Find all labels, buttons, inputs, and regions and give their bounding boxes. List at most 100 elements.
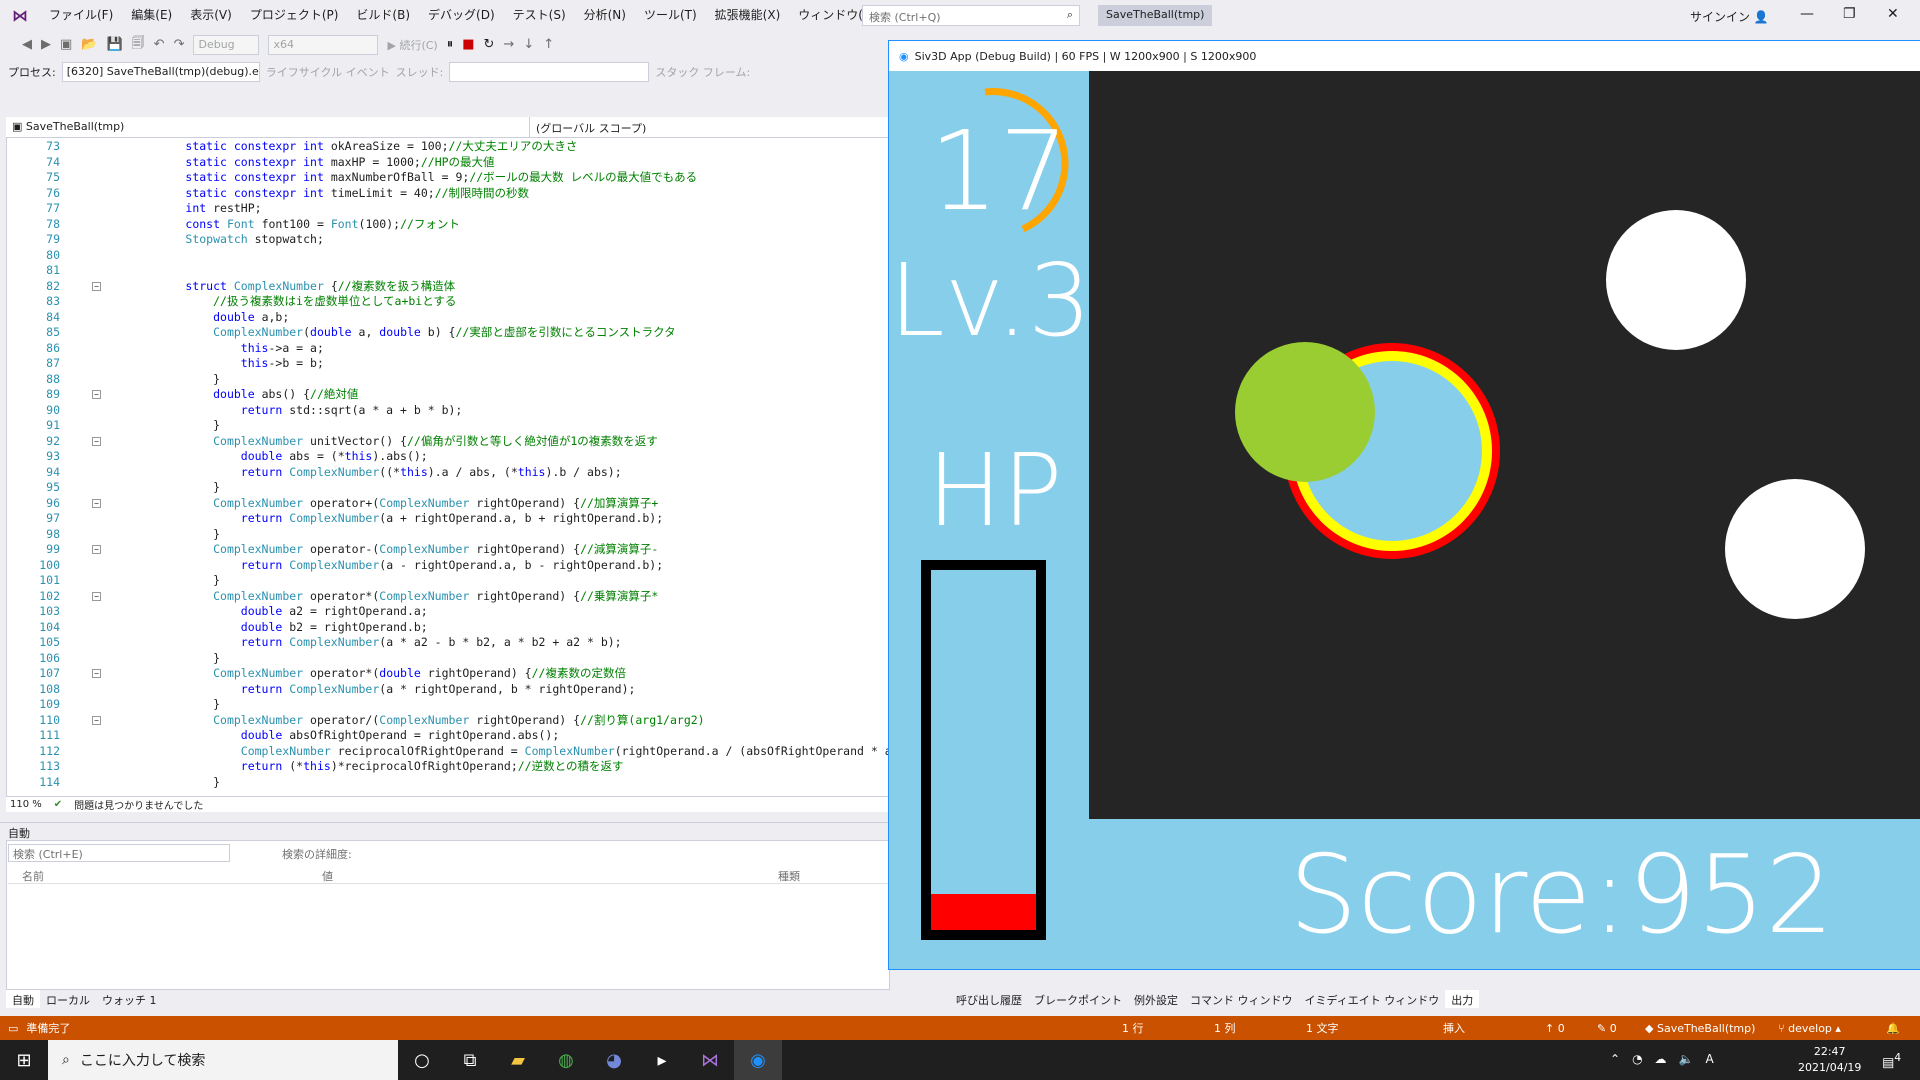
code-text[interactable]: } — [130, 697, 220, 713]
restore-button[interactable]: ❐ — [1843, 6, 1856, 22]
fold-toggle-icon[interactable]: − — [92, 669, 101, 678]
close-button[interactable]: ✕ — [1887, 6, 1899, 22]
code-text[interactable]: return ComplexNumber(a * a2 - b * b2, a … — [130, 635, 622, 651]
code-text[interactable]: double a,b; — [130, 310, 289, 326]
clock[interactable]: 22:47 2021/04/19 — [1798, 1044, 1861, 1076]
repo-status[interactable]: ◆ SaveTheBall(tmp) — [1645, 1022, 1755, 1035]
debug-tab[interactable]: 自動 — [6, 990, 40, 1008]
code-text[interactable]: return ComplexNumber(a + rightOperand.a,… — [130, 511, 663, 527]
restart-icon[interactable]: ↻ — [484, 37, 495, 52]
menu-item[interactable]: プロジェクト(P) — [241, 0, 348, 31]
code-text[interactable]: ComplexNumber(double a, double b) {//実部と… — [130, 325, 676, 341]
code-text[interactable]: ComplexNumber operator/(ComplexNumber ri… — [130, 713, 705, 729]
code-text[interactable]: } — [130, 651, 220, 667]
debug-tab[interactable]: 呼び出し履歴 — [950, 990, 1028, 1008]
issues-status[interactable]: 問題は見つかりませんでした — [74, 797, 203, 812]
vs-logo-icon[interactable]: ⋈ — [0, 0, 40, 31]
push-status[interactable]: ↑ 0 — [1545, 1022, 1565, 1035]
fold-toggle-icon[interactable]: − — [92, 498, 101, 508]
code-lines[interactable]: 73 static constexpr int okAreaSize = 100… — [6, 139, 890, 791]
code-text[interactable]: return (*this)*reciprocalOfRightOperand;… — [130, 759, 624, 775]
task-view-icon[interactable]: ⧉ — [446, 1040, 494, 1080]
step-into-icon[interactable]: ↓ — [523, 37, 534, 52]
menu-item[interactable]: 拡張機能(X) — [706, 0, 790, 31]
code-text[interactable]: double abs() {//絶対値 — [130, 387, 358, 403]
debug-tab[interactable]: 例外設定 — [1128, 990, 1184, 1008]
step-out-icon[interactable]: ↑ — [543, 37, 554, 52]
code-text[interactable]: ComplexNumber operator+(ComplexNumber ri… — [130, 496, 658, 512]
code-text[interactable]: ComplexNumber reciprocalOfRightOperand =… — [130, 744, 890, 760]
thread-select[interactable] — [449, 61, 650, 82]
menu-item[interactable]: 編集(E) — [122, 0, 181, 31]
code-text[interactable]: static constexpr int maxHP = 1000;//HPの最… — [130, 155, 494, 171]
chrome-icon[interactable]: ◍ — [542, 1040, 590, 1080]
system-tray[interactable]: ⌃ ◔ ☁ 🔈 A — [1610, 1052, 1714, 1066]
visual-studio-icon[interactable]: ⋈ — [686, 1040, 734, 1080]
code-text[interactable]: int restHP; — [130, 201, 261, 217]
explorer-icon[interactable]: ▰ — [494, 1040, 542, 1080]
code-text[interactable]: double abs = (*this).abs(); — [130, 449, 428, 465]
zoom-select[interactable]: 110 % — [10, 799, 42, 810]
code-text[interactable]: } — [130, 573, 220, 589]
stop-icon[interactable]: ■ — [462, 37, 474, 52]
fold-toggle-icon[interactable]: − — [92, 281, 101, 291]
process-select[interactable]: [6320] SaveTheBall(tmp)(debug).e — [61, 61, 260, 82]
play-area[interactable] — [1089, 71, 1920, 819]
code-text[interactable]: double b2 = rightOperand.b; — [130, 620, 428, 636]
menu-item[interactable]: テスト(S) — [504, 0, 575, 31]
horizontal-scrollbar[interactable] — [950, 975, 1920, 989]
scope-dropdown[interactable]: (グローバル スコープ) — [530, 117, 890, 137]
code-text[interactable]: const Font font100 = Font(100);//フォント — [130, 217, 460, 233]
code-text[interactable]: ComplexNumber operator-(ComplexNumber ri… — [130, 542, 658, 558]
code-text[interactable]: struct ComplexNumber {//複素数を扱う構造体 — [130, 279, 455, 295]
notification-icon[interactable]: 🔔 — [1886, 1022, 1900, 1035]
ime-indicator[interactable]: A — [1706, 1052, 1714, 1066]
fold-toggle-icon[interactable]: − — [92, 591, 101, 601]
code-text[interactable]: this->a = a; — [130, 341, 324, 357]
code-text[interactable]: //扱う複素数はiを虚数単位としてa+biとする — [130, 294, 456, 310]
config-select[interactable]: Debug — [193, 34, 260, 55]
lifecycle-events-button[interactable]: ライフサイクル イベント — [266, 64, 390, 80]
platform-select[interactable]: x64 — [268, 34, 379, 55]
code-text[interactable]: return ComplexNumber(a * rightOperand, b… — [130, 682, 636, 698]
wifi-icon[interactable]: ◔ — [1632, 1052, 1642, 1066]
debug-tab[interactable]: コマンド ウィンドウ — [1184, 990, 1299, 1008]
autos-search-input[interactable]: 検索 (Ctrl+E) — [8, 844, 230, 862]
start-button[interactable]: ⊞ — [0, 1040, 48, 1080]
project-dropdown[interactable]: ▣ SaveTheBall(tmp) — [6, 117, 530, 137]
code-text[interactable]: } — [130, 527, 220, 543]
onedrive-icon[interactable]: ☁ — [1655, 1052, 1667, 1066]
code-text[interactable]: static constexpr int okAreaSize = 100;//… — [130, 139, 577, 155]
code-text[interactable]: static constexpr int maxNumberOfBall = 9… — [130, 170, 697, 186]
code-text[interactable]: ComplexNumber operator*(double rightOper… — [130, 666, 626, 682]
back-icon[interactable]: ◀ — [22, 37, 32, 52]
code-text[interactable]: return std::sqrt(a * a + b * b); — [130, 403, 463, 419]
forward-icon[interactable]: ▶ — [41, 37, 51, 52]
fold-toggle-icon[interactable]: − — [92, 390, 101, 399]
debug-tab[interactable]: ウォッチ 1 — [96, 990, 163, 1008]
code-text[interactable]: double a2 = rightOperand.a; — [130, 604, 428, 620]
fold-toggle-icon[interactable]: − — [92, 436, 101, 446]
menu-item[interactable]: 分析(N) — [575, 0, 635, 31]
menu-item[interactable]: ビルド(B) — [347, 0, 419, 31]
menu-item[interactable]: ツール(T) — [635, 0, 706, 31]
continue-button[interactable]: ▶ 続行(C) — [387, 37, 437, 53]
menu-item[interactable]: 表示(V) — [181, 0, 241, 31]
minimize-button[interactable]: — — [1800, 6, 1814, 22]
fold-toggle-icon[interactable]: − — [92, 545, 101, 554]
terminal-icon[interactable]: ▸ — [638, 1040, 686, 1080]
fold-toggle-icon[interactable]: − — [92, 715, 101, 725]
debug-tab[interactable]: ローカル — [40, 990, 96, 1008]
menu-item[interactable]: デバッグ(D) — [419, 0, 504, 31]
code-text[interactable]: Stopwatch stopwatch; — [130, 232, 323, 248]
branch-status[interactable]: ⑂ develop ▴ — [1778, 1022, 1841, 1035]
code-text[interactable]: ComplexNumber unitVector() {//偏角が引数と等しく絶… — [130, 434, 658, 450]
signin-link[interactable]: サインイン 👤 — [1690, 8, 1769, 25]
siv3d-app-icon[interactable]: ◉ — [734, 1040, 782, 1080]
step-over-icon[interactable]: → — [503, 37, 514, 52]
code-text[interactable]: double absOfRightOperand = rightOperand.… — [130, 728, 560, 744]
code-text[interactable]: return ComplexNumber((*this).a / abs, (*… — [130, 465, 622, 481]
code-text[interactable]: this->b = b; — [130, 356, 324, 372]
action-center-icon[interactable]: ▤4 — [1882, 1051, 1901, 1070]
volume-icon[interactable]: 🔈 — [1679, 1052, 1694, 1066]
